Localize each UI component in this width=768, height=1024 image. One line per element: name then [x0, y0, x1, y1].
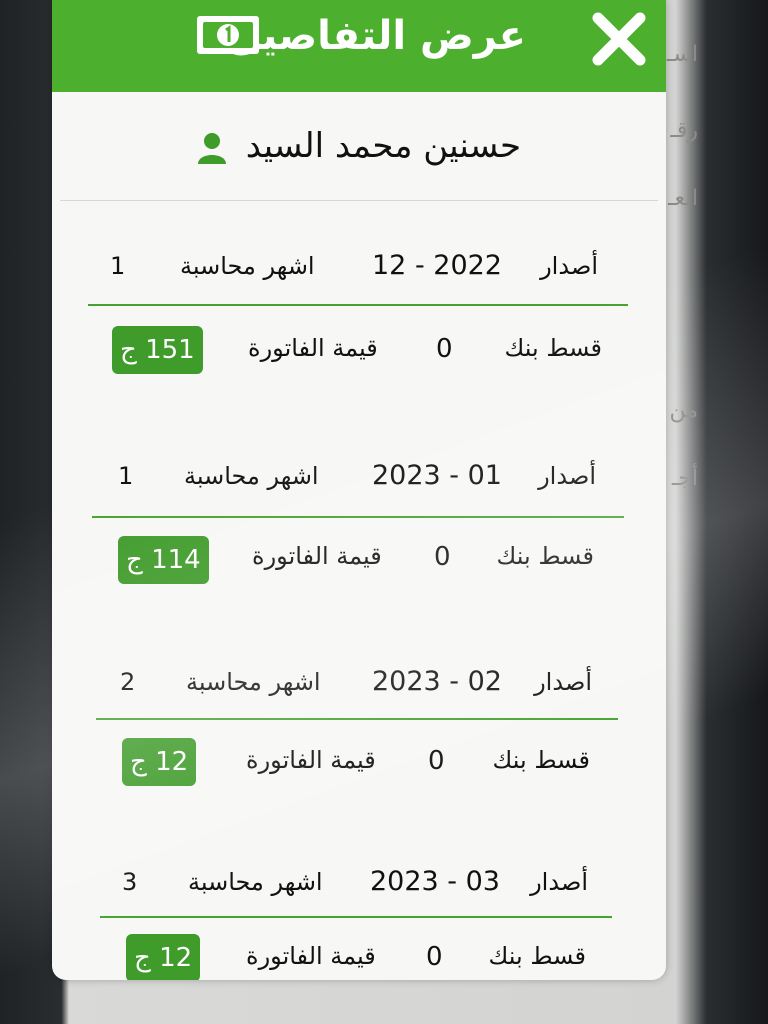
divider [100, 916, 612, 918]
months-value: 1 [110, 252, 126, 280]
divider [92, 516, 624, 518]
dialog-title: عرض التفاصيل [226, 13, 527, 59]
issue-date: 2023 - 03 [370, 866, 500, 897]
invoice-record: أصدار 2023 - 02 اشهر محاسبة 2 قسط بنك 0 … [52, 666, 666, 816]
issue-date: 2023 - 01 [372, 460, 502, 491]
issue-date: 2023 - 02 [372, 666, 502, 697]
invoice-record: أصدار 12 - 2022 اشهر محاسبة 1 قسط بنك 0 … [52, 250, 666, 400]
dialog-header: عرض التفاصيل [52, 0, 666, 92]
bank-label: قسط بنك [504, 334, 602, 362]
months-value: 3 [122, 868, 138, 896]
invoice-amount-badge: 114 ج [118, 536, 209, 584]
bank-label: قسط بنك [488, 942, 586, 970]
divider [88, 304, 628, 306]
issue-label: أصدار [540, 252, 598, 280]
customer-name: حسنين محمد السيد [245, 126, 522, 166]
customer-name-row: حسنين محمد السيد [52, 126, 666, 166]
months-label: اشهر محاسبة [188, 868, 323, 896]
bank-label: قسط بنك [492, 746, 590, 774]
invoice-amount-badge: 12 ج [126, 934, 201, 980]
months-label: اشهر محاسبة [180, 252, 315, 280]
close-icon[interactable] [590, 10, 648, 68]
invoice-amount-badge: 12 ج [122, 738, 197, 786]
issue-date: 12 - 2022 [372, 250, 502, 281]
issue-label: أصدار [538, 462, 596, 490]
issue-label: أصدار [530, 868, 588, 896]
money-icon [197, 16, 259, 54]
bank-value: 0 [426, 942, 443, 972]
invoice-label: قيمة الفاتورة [248, 334, 378, 362]
bank-label: قسط بنك [496, 542, 594, 570]
issue-label: أصدار [534, 668, 592, 696]
months-value: 2 [120, 668, 136, 696]
bank-value: 0 [434, 542, 451, 572]
months-label: اشهر محاسبة [186, 668, 321, 696]
details-dialog: عرض التفاصيل حسنين محمد السيد أصدار 12 -… [52, 0, 666, 980]
invoice-record: أصدار 2023 - 01 اشهر محاسبة 1 قسط بنك 0 … [52, 460, 666, 610]
invoice-label: قيمة الفاتورة [246, 942, 376, 970]
divider [60, 200, 658, 201]
months-label: اشهر محاسبة [184, 462, 319, 490]
months-value: 1 [118, 462, 134, 490]
divider [96, 718, 618, 720]
bank-value: 0 [428, 746, 445, 776]
bank-value: 0 [436, 334, 453, 364]
invoice-label: قيمة الفاتورة [246, 746, 376, 774]
invoice-record: أصدار 2023 - 03 اشهر محاسبة 3 قسط بنك 0 … [52, 866, 666, 980]
invoice-label: قيمة الفاتورة [252, 542, 382, 570]
invoice-amount-badge: 151 ج [112, 326, 203, 374]
user-icon [197, 132, 226, 164]
